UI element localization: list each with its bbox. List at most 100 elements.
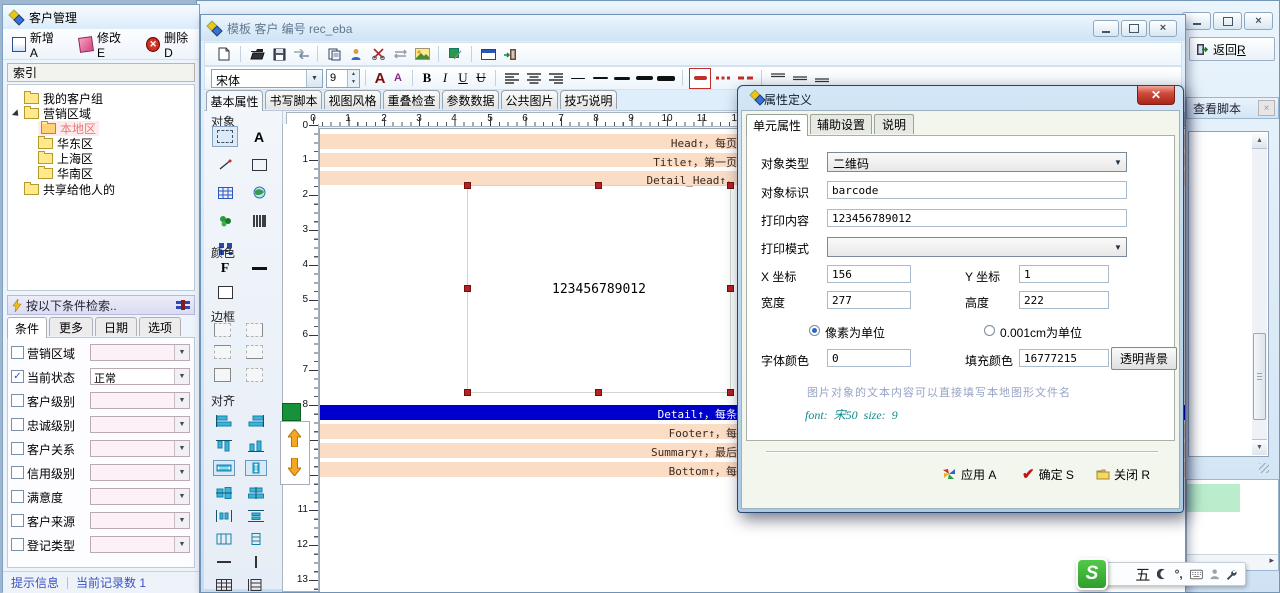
move-up-arrow-button[interactable] bbox=[288, 429, 301, 447]
delete-object-button[interactable] bbox=[368, 45, 388, 64]
line-style-dotted-button[interactable] bbox=[713, 69, 733, 88]
space-horizontal-button[interactable] bbox=[213, 508, 235, 524]
checkbox-customer-relation[interactable] bbox=[11, 442, 24, 455]
fill-color-button[interactable] bbox=[212, 282, 238, 303]
border-all-button[interactable] bbox=[214, 368, 231, 382]
tree-item-east-region[interactable]: 华东区 bbox=[38, 136, 93, 151]
dropdown-satisfaction[interactable]: ▼ bbox=[90, 488, 190, 505]
tree-item-south-region[interactable]: 华南区 bbox=[38, 166, 93, 181]
italic-button[interactable]: I bbox=[436, 70, 454, 86]
border-right-button[interactable] bbox=[246, 323, 263, 337]
resize-handle-sw[interactable] bbox=[464, 389, 471, 396]
border-top-button[interactable] bbox=[214, 345, 231, 359]
tab-overlap-check[interactable]: 重叠检查 bbox=[383, 90, 440, 109]
x-coord-input[interactable] bbox=[827, 265, 911, 283]
font-color-button[interactable]: F bbox=[212, 258, 238, 279]
object-id-input[interactable] bbox=[827, 181, 1127, 199]
user-icon[interactable] bbox=[1210, 568, 1219, 580]
table-tool-button[interactable] bbox=[212, 182, 238, 203]
dropdown-loyalty-level[interactable]: ▼ bbox=[90, 416, 190, 433]
expand-icon[interactable] bbox=[12, 109, 21, 118]
new-template-button[interactable] bbox=[214, 45, 234, 64]
resize-grip[interactable] bbox=[1259, 463, 1269, 473]
same-height-button[interactable] bbox=[245, 531, 267, 547]
resize-handle-se[interactable] bbox=[727, 389, 734, 396]
font-size-stepper[interactable]: 9 ▲▼ bbox=[326, 69, 360, 88]
halfwidth-moon-icon[interactable] bbox=[1157, 568, 1167, 580]
collapse-panel-icon[interactable] bbox=[176, 300, 190, 310]
copy-object-button[interactable] bbox=[324, 45, 344, 64]
close-dialog-button[interactable]: 关闭 R bbox=[1096, 463, 1150, 485]
exit-editor-button[interactable] bbox=[500, 45, 520, 64]
tab-tips[interactable]: 技巧说明 bbox=[560, 90, 617, 109]
minimize-button[interactable] bbox=[1093, 20, 1119, 37]
tab-options[interactable]: 选项 bbox=[139, 317, 181, 336]
import-export-button[interactable] bbox=[291, 45, 311, 64]
line-weight-5-button[interactable] bbox=[656, 69, 676, 88]
columns-button[interactable] bbox=[245, 577, 267, 593]
line-weight-2-button[interactable] bbox=[590, 69, 610, 88]
align-center-button[interactable] bbox=[524, 69, 544, 88]
resize-handle-s[interactable] bbox=[595, 389, 602, 396]
tab-write-script[interactable]: 书写脚本 bbox=[265, 90, 322, 109]
object-type-select[interactable]: 二维码 ▼ bbox=[827, 152, 1127, 172]
border-none-button[interactable] bbox=[246, 368, 263, 382]
rectangle-tool-button[interactable] bbox=[246, 154, 272, 175]
close-button[interactable]: × bbox=[1244, 12, 1273, 30]
line-weight-4-button[interactable] bbox=[634, 69, 654, 88]
unit-pixel-radio[interactable] bbox=[809, 325, 820, 336]
tree-item-my-groups[interactable]: 我的客户组 bbox=[24, 91, 103, 106]
font-color-input[interactable] bbox=[827, 349, 911, 367]
ime-wubi-mode[interactable]: 五 bbox=[1135, 564, 1150, 585]
unit-cm-radio[interactable] bbox=[984, 325, 995, 336]
tab-parameter-data[interactable]: 参数数据 bbox=[442, 90, 499, 109]
tab-date[interactable]: 日期 bbox=[95, 317, 137, 336]
text-tool-button[interactable]: A bbox=[246, 126, 272, 147]
return-button[interactable]: 返回R bbox=[1189, 37, 1275, 61]
align-tops-button[interactable] bbox=[213, 438, 235, 454]
barcode-tool-button[interactable] bbox=[246, 210, 272, 231]
y-coord-input[interactable] bbox=[1019, 265, 1109, 283]
add-button[interactable]: 新增A bbox=[7, 27, 64, 62]
strikethrough-button[interactable]: U bbox=[472, 70, 490, 86]
grid-button[interactable] bbox=[213, 577, 235, 593]
tab-unit-properties[interactable]: 单元属性 bbox=[746, 114, 808, 136]
border-bottom-button[interactable] bbox=[246, 345, 263, 359]
wrench-icon[interactable] bbox=[1226, 568, 1237, 581]
maximize-button[interactable] bbox=[1121, 20, 1147, 37]
move-down-arrow-button[interactable] bbox=[288, 458, 301, 476]
width-input[interactable] bbox=[827, 291, 911, 309]
select-tool-button[interactable] bbox=[212, 126, 238, 147]
dropdown-customer-relation[interactable]: ▼ bbox=[90, 440, 190, 457]
line-weight-1-button[interactable] bbox=[568, 69, 588, 88]
keyboard-icon[interactable] bbox=[1190, 569, 1203, 580]
shrink-font-button[interactable]: A bbox=[389, 72, 407, 84]
checkbox-satisfaction[interactable] bbox=[11, 490, 24, 503]
ime-logo[interactable]: S bbox=[1076, 558, 1108, 590]
search-header[interactable]: 按以下条件检索.. bbox=[7, 295, 195, 315]
modify-button[interactable]: 修改E bbox=[74, 27, 131, 62]
print-mode-select[interactable]: ▼ bbox=[827, 237, 1127, 257]
line-tool-button[interactable] bbox=[212, 154, 238, 175]
window-style-button[interactable] bbox=[478, 45, 498, 64]
dropdown-credit-level[interactable]: ▼ bbox=[90, 464, 190, 481]
resize-handle-n[interactable] bbox=[595, 182, 602, 189]
scrollbar[interactable]: ▲ ▼ bbox=[1252, 133, 1267, 455]
checkbox-loyalty-level[interactable] bbox=[11, 418, 24, 431]
insert-object-button[interactable] bbox=[346, 45, 366, 64]
open-template-button[interactable] bbox=[247, 45, 267, 64]
align-left-button[interactable] bbox=[502, 69, 522, 88]
preview-button[interactable] bbox=[412, 45, 432, 64]
dropdown-customer-level[interactable]: ▼ bbox=[90, 392, 190, 409]
grow-font-button[interactable]: A bbox=[371, 70, 389, 87]
scroll-up-button[interactable]: ▲ bbox=[1252, 133, 1267, 149]
ok-button[interactable]: ✔ 确定 S bbox=[1022, 463, 1074, 485]
border-left-button[interactable] bbox=[214, 323, 231, 337]
center-horizontal-button[interactable] bbox=[213, 460, 235, 476]
resize-handle-ne[interactable] bbox=[727, 182, 734, 189]
apply-button[interactable]: 应用 A bbox=[942, 463, 996, 485]
align-rights-button[interactable] bbox=[245, 413, 267, 429]
image-tool-button[interactable] bbox=[246, 182, 272, 203]
checkbox-registration-type[interactable] bbox=[11, 538, 24, 551]
tree-item-shanghai-region[interactable]: 上海区 bbox=[38, 151, 93, 166]
